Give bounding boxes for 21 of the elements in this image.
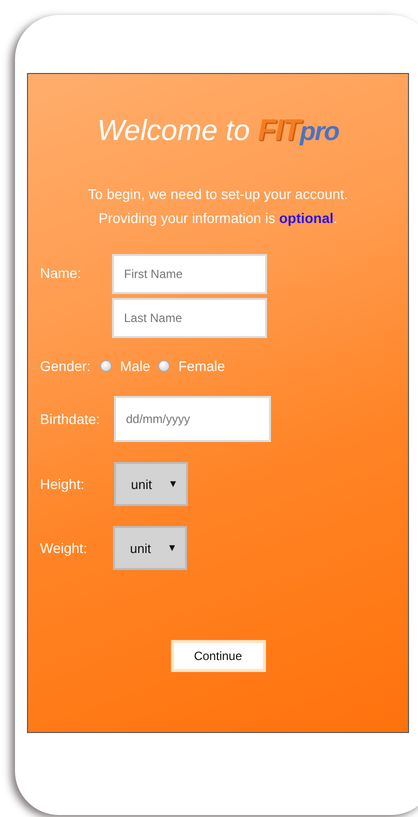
birthdate-field[interactable]: dd/mm/yyyy — [114, 396, 271, 442]
weight-unit-select[interactable]: unit ▼ — [113, 526, 187, 570]
welcome-title: Welcome to — [97, 115, 250, 148]
field-label: Weight: — [40, 540, 88, 556]
radio-label: Male — [120, 358, 150, 374]
app-logo: FITpro — [258, 114, 339, 148]
dropdown-arrow-icon: ▼ — [168, 478, 178, 490]
radio-button[interactable] — [100, 360, 112, 372]
dropdown-arrow-icon: ▼ — [167, 542, 177, 554]
radio-label: Female — [178, 358, 226, 374]
field-label: Name: — [40, 265, 82, 281]
last-name-field[interactable]: Last Name — [112, 298, 267, 338]
height-unit-select[interactable]: unit ▼ — [114, 462, 188, 506]
field-label: Birthdate: — [40, 411, 101, 427]
field-label: Gender: — [40, 358, 92, 374]
intro-text: Providing your information is optional. — [98, 209, 338, 228]
continue-button[interactable]: Continue — [170, 640, 266, 672]
field-label: Height: — [40, 476, 86, 492]
intro-text: To begin, we need to set-up your account. — [87, 185, 349, 204]
first-name-field[interactable]: First Name — [112, 254, 267, 294]
radio-button[interactable] — [158, 360, 170, 372]
